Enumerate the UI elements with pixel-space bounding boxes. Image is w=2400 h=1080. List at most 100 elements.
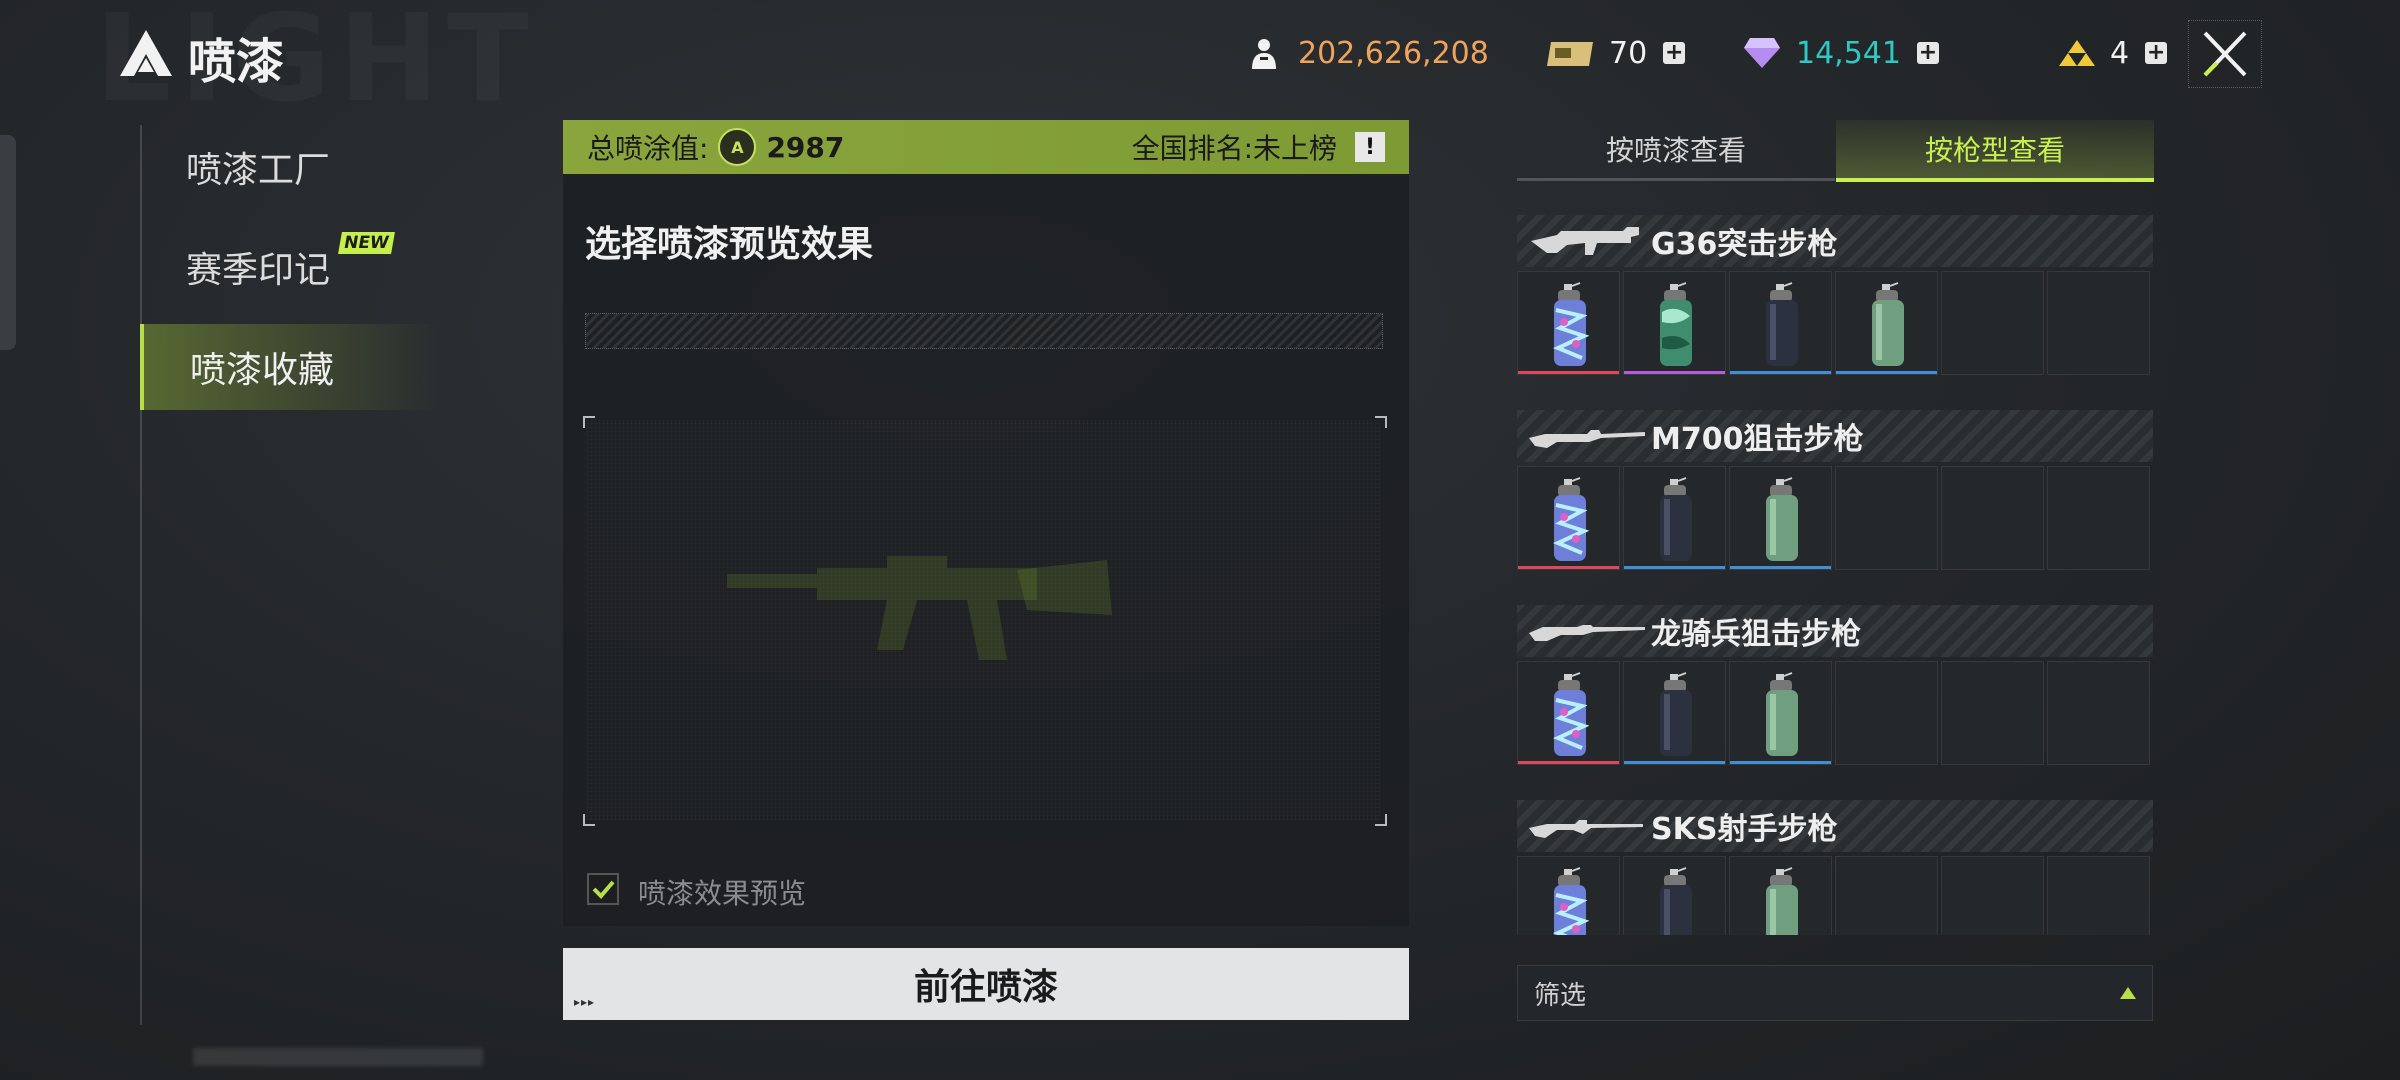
empty-slot[interactable] bbox=[1941, 271, 2044, 375]
preview-title: 选择喷漆预览效果 bbox=[585, 224, 874, 265]
filter-label: 筛选 bbox=[1534, 980, 1587, 1011]
side-edge-handle bbox=[0, 135, 16, 350]
go-spray-button[interactable]: 前往喷漆 bbox=[563, 948, 1409, 1020]
tab-by-weapon[interactable]: 按枪型查看 bbox=[1836, 120, 2154, 182]
empty-slot[interactable] bbox=[1835, 856, 1938, 935]
spray-can-slot[interactable] bbox=[1623, 661, 1726, 765]
rarity-bar bbox=[1518, 761, 1619, 764]
weapon-header: M700狙击步枪 bbox=[1517, 410, 2153, 462]
empty-slot[interactable] bbox=[1941, 661, 2044, 765]
spray-stats-bar: 总喷涂值: A 2987 全国排名:未上榜 ! bbox=[563, 120, 1409, 174]
go-spray-label: 前往喷漆 bbox=[913, 967, 1058, 1008]
weapon-name: G36突击步枪 bbox=[1651, 227, 1838, 262]
empty-slot[interactable] bbox=[2047, 466, 2150, 570]
rarity-bar bbox=[1518, 371, 1619, 374]
spray-can-slot[interactable] bbox=[1729, 661, 1832, 765]
empty-slot[interactable] bbox=[1835, 661, 1938, 765]
filter-dropdown[interactable]: 筛选 bbox=[1517, 965, 2153, 1021]
spray-can-icon bbox=[1553, 867, 1590, 935]
spray-can-icon bbox=[1766, 282, 1798, 366]
spray-can-icon bbox=[1660, 867, 1692, 935]
close-icon bbox=[2203, 31, 2247, 77]
diamond-icon bbox=[1744, 38, 1780, 68]
weapon-header: 龙骑兵狙击步枪 bbox=[1517, 605, 2153, 657]
weapon-header: G36突击步枪 bbox=[1517, 215, 2153, 267]
empty-slot[interactable] bbox=[1941, 856, 2044, 935]
spray-can-slot[interactable] bbox=[1517, 271, 1620, 375]
spray-can-icon bbox=[1553, 282, 1590, 366]
gold-amount: 202,626,208 bbox=[1298, 35, 1489, 71]
info-button[interactable]: ! bbox=[1355, 132, 1385, 162]
spray-can-slot[interactable] bbox=[1729, 466, 1832, 570]
diamond-amount: 14,541 bbox=[1796, 35, 1901, 71]
tab-label: 按枪型查看 bbox=[1924, 134, 2065, 167]
add-tickets-button[interactable]: + bbox=[1663, 42, 1686, 64]
close-button[interactable] bbox=[2188, 20, 2262, 88]
weapon-name: 龙骑兵狙击步枪 bbox=[1651, 617, 1861, 652]
gold-resource: 202,626,208 bbox=[1248, 30, 1489, 76]
total-spray-value: 2987 bbox=[766, 130, 845, 164]
spray-can-slot[interactable] bbox=[1623, 271, 1726, 375]
spray-coin-icon: A bbox=[718, 128, 757, 166]
blurred-info bbox=[193, 1048, 483, 1066]
spray-can-slot[interactable] bbox=[1623, 466, 1726, 570]
tab-label: 按喷漆查看 bbox=[1605, 134, 1746, 167]
add-diamonds-button[interactable]: + bbox=[1916, 42, 1939, 64]
weapon-header: SKS射手步枪 bbox=[1517, 800, 2153, 852]
rifle-silhouette-icon bbox=[727, 556, 1112, 660]
weapon-icon bbox=[1529, 430, 1645, 448]
diamond-resource: 14,541 + bbox=[1742, 30, 1939, 76]
triforce-token-icon bbox=[2059, 40, 2095, 66]
preview-checkbox-label: 喷漆效果预览 bbox=[638, 877, 807, 910]
frame-corner bbox=[583, 814, 595, 826]
weapon-row: G36突击步枪 bbox=[1517, 215, 2153, 410]
empty-slot[interactable] bbox=[1835, 466, 1938, 570]
spray-can-slot[interactable] bbox=[1517, 661, 1620, 765]
frame-corner bbox=[1375, 814, 1387, 826]
weapon-preview-area bbox=[587, 420, 1381, 820]
spray-can-icon bbox=[1872, 282, 1904, 366]
empty-slot[interactable] bbox=[1941, 466, 2044, 570]
nav-item-spray-factory[interactable]: 喷漆工厂 bbox=[140, 124, 440, 210]
rarity-bar bbox=[1518, 566, 1619, 569]
weapon-row: M700狙击步枪 bbox=[1517, 410, 2153, 605]
rarity-bar bbox=[1624, 761, 1725, 764]
empty-slot[interactable] bbox=[2047, 661, 2150, 765]
spray-can-icon bbox=[1660, 282, 1692, 366]
rarity-bar bbox=[1730, 371, 1831, 374]
spray-can-icon bbox=[1766, 477, 1798, 561]
empty-slot[interactable] bbox=[2047, 856, 2150, 935]
rank-token-amount: 4 bbox=[2110, 35, 2130, 71]
preview-checkbox[interactable] bbox=[587, 873, 619, 905]
nav-item-spray-collection[interactable]: 喷漆收藏 bbox=[140, 324, 440, 410]
tab-by-spray[interactable]: 按喷漆查看 bbox=[1517, 120, 1835, 181]
rarity-bar bbox=[1624, 566, 1725, 569]
spray-can-slot[interactable] bbox=[1517, 466, 1620, 570]
spray-can-slot[interactable] bbox=[1517, 856, 1620, 935]
new-badge: NEW bbox=[338, 232, 395, 254]
spray-can-slot[interactable] bbox=[1835, 271, 1938, 375]
page-title: 喷漆 bbox=[188, 34, 285, 90]
empty-slot[interactable] bbox=[2047, 271, 2150, 375]
ticket-icon bbox=[1547, 42, 1593, 66]
weapon-spray-list[interactable]: G36突击步枪 M700狙击步枪 龙骑兵狙击步枪 SKS射手步枪 bbox=[1517, 215, 2153, 935]
rarity-bar bbox=[1836, 371, 1937, 374]
spray-can-icon bbox=[1766, 672, 1798, 756]
money-bag-icon bbox=[1252, 39, 1276, 69]
nav-item-season-marks[interactable]: 赛季印记 bbox=[140, 224, 440, 310]
national-rank-label: 全国排名:未上榜 bbox=[1131, 132, 1337, 165]
ticket-resource: 70 + bbox=[1545, 30, 1686, 76]
rank-token-resource: 4 + bbox=[2058, 30, 2168, 76]
spray-selection-bar[interactable] bbox=[585, 313, 1383, 349]
nav-item-label: 喷漆收藏 bbox=[190, 350, 335, 391]
weapon-row: SKS射手步枪 bbox=[1517, 800, 2153, 935]
frame-corner bbox=[1375, 416, 1387, 428]
total-spray-label: 总喷涂值: bbox=[587, 132, 709, 165]
spray-can-slot[interactable] bbox=[1729, 271, 1832, 375]
weapon-row: 龙骑兵狙击步枪 bbox=[1517, 605, 2153, 800]
spray-can-slot[interactable] bbox=[1623, 856, 1726, 935]
weapon-name: M700狙击步枪 bbox=[1651, 422, 1864, 457]
spray-can-icon bbox=[1553, 672, 1590, 756]
add-rank-token-button[interactable]: + bbox=[2145, 42, 2168, 64]
spray-can-slot[interactable] bbox=[1729, 856, 1832, 935]
